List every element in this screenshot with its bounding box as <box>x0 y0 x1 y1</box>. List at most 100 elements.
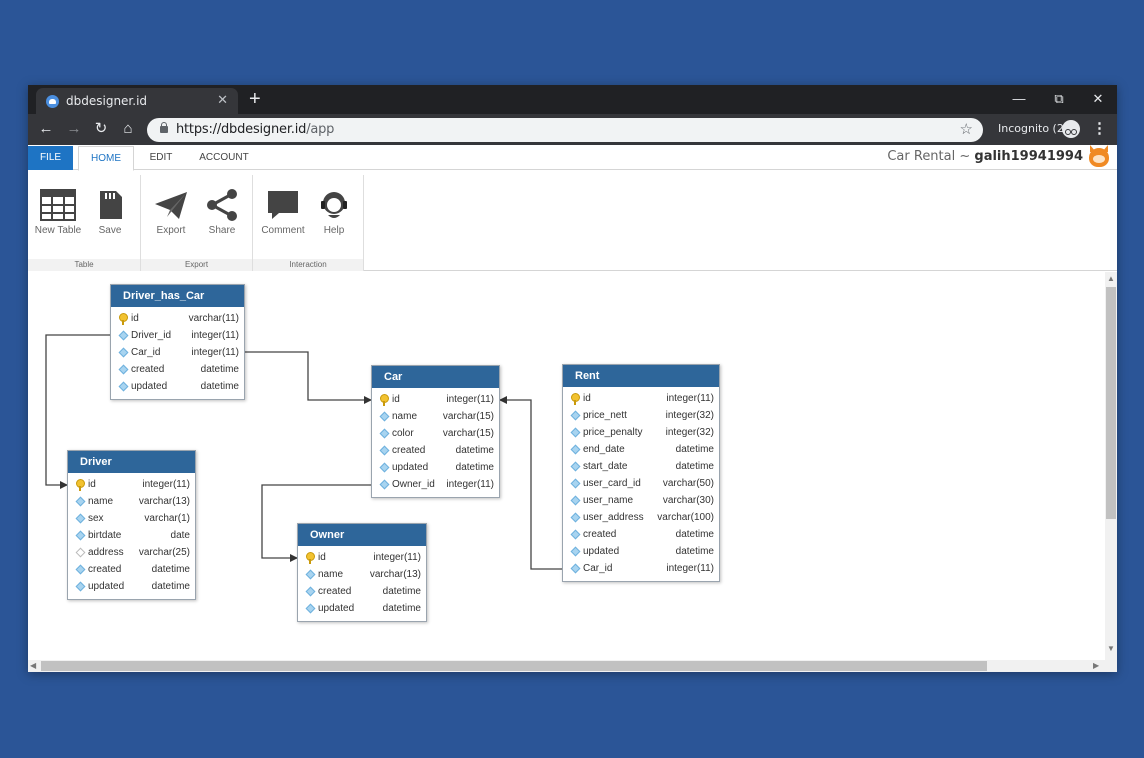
field-name: created <box>88 564 122 575</box>
table-field[interactable]: id integer(11) <box>372 391 499 408</box>
username[interactable]: galih19941994 <box>974 149 1083 164</box>
field-name: birtdate <box>88 530 122 541</box>
tab-edit[interactable]: EDIT <box>142 146 180 171</box>
diagram-canvas[interactable]: Driver_has_Car id varchar(11) Driver_id int… <box>28 272 1105 660</box>
table-field[interactable]: updated datetime <box>111 378 244 395</box>
table-field[interactable]: created datetime <box>111 361 244 378</box>
field-name: price_penalty <box>583 427 643 438</box>
table-field[interactable]: user_name varchar(30) <box>563 492 719 509</box>
table-field[interactable]: updated datetime <box>68 578 195 595</box>
field-diamond-icon <box>570 563 581 574</box>
table-field[interactable]: name varchar(13) <box>298 566 426 583</box>
vertical-scrollbar[interactable]: ▲ ▼ <box>1105 272 1117 672</box>
new-table-label: New Table <box>34 225 82 236</box>
minimize-button[interactable]: — <box>1004 89 1034 109</box>
sd-card-icon <box>100 191 122 219</box>
table-field[interactable]: id integer(11) <box>68 476 195 493</box>
field-type: integer(11) <box>191 347 239 358</box>
field-list-padding <box>372 493 499 497</box>
table-driver[interactable]: Driver id integer(11) name varchar(13) sex va… <box>67 450 196 600</box>
ribbon-toolbar: New Table Save Table Export Share Export… <box>28 171 1117 271</box>
table-owner[interactable]: Owner id integer(11) name varchar(13) create… <box>297 523 427 622</box>
tab-account[interactable]: ACCOUNT <box>196 146 252 171</box>
table-field[interactable]: address varchar(25) <box>68 544 195 561</box>
incognito-icon[interactable] <box>1062 120 1080 138</box>
table-field[interactable]: Car_id integer(11) <box>111 344 244 361</box>
table-field[interactable]: id integer(11) <box>563 390 719 407</box>
reload-icon[interactable]: ↻ <box>91 119 111 139</box>
scroll-left-arrow-icon[interactable]: ◀ <box>30 661 36 671</box>
primary-key-icon <box>305 552 315 564</box>
field-diamond-icon <box>570 512 581 523</box>
table-rent[interactable]: Rent id integer(11) price_nett integer(32) p… <box>562 364 720 582</box>
table-field[interactable]: Owner_id integer(11) <box>372 476 499 493</box>
ribbon-group-export: Export Share Export <box>141 175 253 271</box>
table-header[interactable]: Driver_has_Car <box>111 285 244 307</box>
back-arrow-icon[interactable]: ← <box>36 119 56 139</box>
table-field[interactable]: created datetime <box>563 526 719 543</box>
octocat-avatar-icon[interactable] <box>1089 148 1109 167</box>
vertical-scroll-thumb[interactable] <box>1106 287 1116 519</box>
table-header[interactable]: Owner <box>298 524 426 546</box>
horizontal-scroll-thumb[interactable] <box>41 661 987 671</box>
table-field[interactable]: name varchar(15) <box>372 408 499 425</box>
scroll-right-arrow-icon[interactable]: ▶ <box>1093 661 1099 671</box>
comment-button[interactable]: Comment <box>258 185 308 245</box>
restore-button[interactable]: ⧉ <box>1044 89 1074 109</box>
horizontal-scrollbar[interactable]: ◀ ▶ <box>28 660 1105 672</box>
field-list-padding <box>68 595 195 599</box>
field-name: address <box>88 547 124 558</box>
home-icon[interactable]: ⌂ <box>118 119 138 139</box>
new-tab-button[interactable]: + <box>249 88 261 110</box>
table-field[interactable]: user_address varchar(100) <box>563 509 719 526</box>
table-field[interactable]: id varchar(11) <box>111 310 244 327</box>
address-bar[interactable]: https://dbdesigner.id/app ☆ <box>147 118 983 142</box>
table-field[interactable]: id integer(11) <box>298 549 426 566</box>
field-name: id <box>583 393 591 404</box>
field-diamond-icon <box>75 496 86 507</box>
share-button[interactable]: Share <box>197 185 247 245</box>
table-field[interactable]: start_date datetime <box>563 458 719 475</box>
table-field[interactable]: birtdate date <box>68 527 195 544</box>
table-header[interactable]: Driver <box>68 451 195 473</box>
table-field[interactable]: updated datetime <box>563 543 719 560</box>
field-diamond-icon <box>305 569 316 580</box>
table-field[interactable]: Car_id integer(11) <box>563 560 719 577</box>
field-type: integer(32) <box>665 427 714 438</box>
menu-file[interactable]: FILE <box>28 146 73 170</box>
table-field[interactable]: price_penalty integer(32) <box>563 424 719 441</box>
table-car[interactable]: Car id integer(11) name varchar(15) color var… <box>371 365 500 498</box>
star-icon[interactable]: ☆ <box>960 120 973 138</box>
table-field[interactable]: end_date datetime <box>563 441 719 458</box>
table-field[interactable]: created datetime <box>68 561 195 578</box>
table-field[interactable]: name varchar(13) <box>68 493 195 510</box>
scroll-down-arrow-icon[interactable]: ▼ <box>1107 644 1115 654</box>
save-button[interactable]: Save <box>85 185 135 245</box>
table-field[interactable]: Driver_id integer(11) <box>111 327 244 344</box>
new-table-button[interactable]: New Table <box>33 185 83 245</box>
tab-home[interactable]: HOME <box>78 146 134 171</box>
scroll-up-arrow-icon[interactable]: ▲ <box>1107 274 1115 284</box>
table-field[interactable]: updated datetime <box>372 459 499 476</box>
kebab-menu-icon[interactable]: ⋮ <box>1092 119 1107 137</box>
paper-plane-icon <box>155 192 187 219</box>
field-diamond-icon <box>305 586 316 597</box>
table-field[interactable]: sex varchar(1) <box>68 510 195 527</box>
table-header[interactable]: Rent <box>563 365 719 387</box>
forward-arrow-icon[interactable]: → <box>64 119 84 139</box>
table-field[interactable]: updated datetime <box>298 600 426 617</box>
browser-window: dbdesigner.id ✕ + — ⧉ ✕ ← → ↻ ⌂ https://… <box>28 85 1117 672</box>
table-field[interactable]: color varchar(15) <box>372 425 499 442</box>
table-header[interactable]: Car <box>372 366 499 388</box>
export-button[interactable]: Export <box>146 185 196 245</box>
table-driver-has-car[interactable]: Driver_has_Car id varchar(11) Driver_id int… <box>110 284 245 400</box>
browser-tab[interactable]: dbdesigner.id ✕ <box>36 88 238 114</box>
table-field[interactable]: created datetime <box>372 442 499 459</box>
table-field[interactable]: user_card_id varchar(50) <box>563 475 719 492</box>
field-name: created <box>131 364 165 375</box>
help-button[interactable]: Help <box>309 185 359 245</box>
close-window-button[interactable]: ✕ <box>1083 89 1113 109</box>
table-field[interactable]: price_nett integer(32) <box>563 407 719 424</box>
table-field[interactable]: created datetime <box>298 583 426 600</box>
close-tab-icon[interactable]: ✕ <box>217 93 228 107</box>
